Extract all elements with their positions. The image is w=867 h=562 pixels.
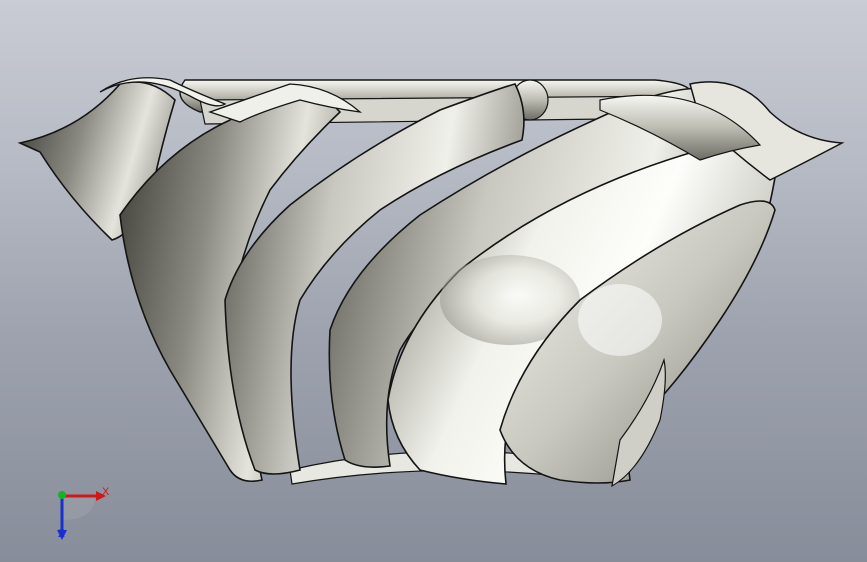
triad-shadow (62, 496, 95, 520)
z-axis-label: Z (58, 528, 65, 540)
graphics-viewport[interactable]: X Z (0, 0, 867, 562)
orientation-triad: X Z (40, 478, 120, 548)
y-axis-dot (58, 491, 66, 499)
impeller-model[interactable] (0, 0, 867, 562)
x-axis-label: X (102, 486, 110, 498)
blade-6-highlight (578, 284, 662, 356)
